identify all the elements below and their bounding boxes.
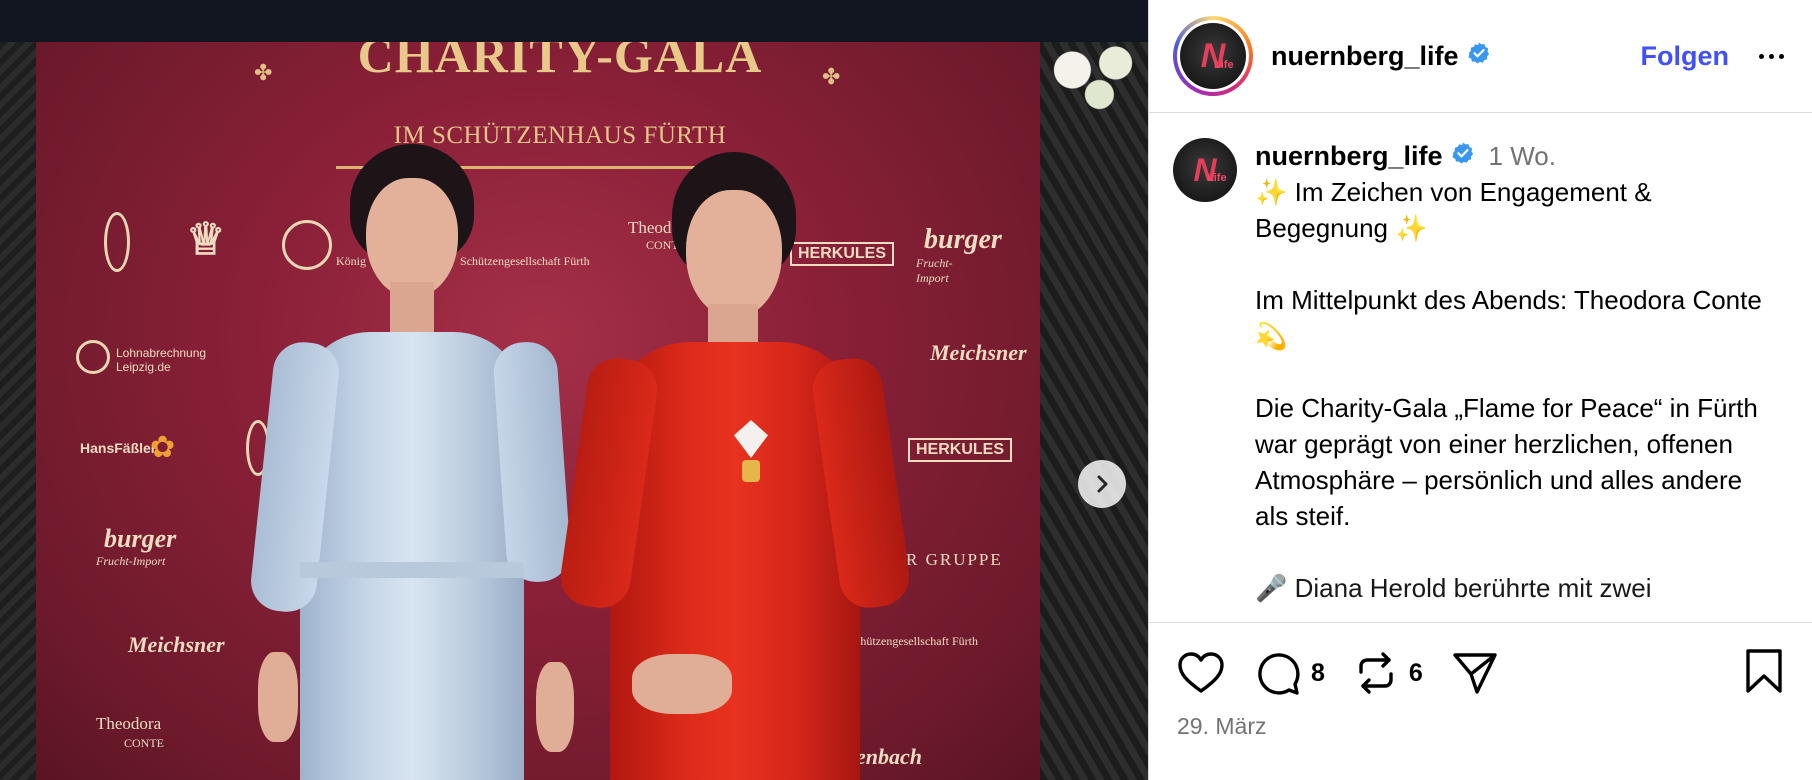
- caption-line: Im Mittelpunkt des Abends: Theodora Cont…: [1255, 285, 1770, 351]
- save-button[interactable]: [1744, 648, 1784, 699]
- sponsor-meichsner-right: Meichsner: [930, 340, 1027, 365]
- comment-count: 8: [1311, 658, 1325, 687]
- sponsor-theodora-left: Theodora: [96, 714, 162, 733]
- share-button[interactable]: [1451, 650, 1499, 696]
- hedge-left: [0, 42, 36, 780]
- sponsor-herkules-top: HERKULES: [790, 242, 895, 266]
- follow-button[interactable]: Folgen: [1641, 41, 1730, 72]
- caption-line: Die Charity-Gala „Flame for Peace“ in Fü…: [1255, 393, 1766, 531]
- caption-username: nuernberg_life: [1255, 141, 1443, 171]
- like-button[interactable]: [1177, 651, 1225, 695]
- sponsor-meichsner-left: Meichsner: [128, 632, 225, 657]
- sponsor-crown-logo: ♕: [186, 215, 226, 264]
- story-ring[interactable]: N Life: [1173, 16, 1253, 96]
- repost-button[interactable]: 6: [1353, 650, 1423, 696]
- heart-icon: [1178, 652, 1224, 693]
- sponsor-burger-left-sub: Frucht-Import: [96, 554, 166, 568]
- header-username: nuernberg_life: [1271, 40, 1459, 71]
- caption-username-link[interactable]: nuernberg_life: [1255, 138, 1475, 174]
- verified-badge-icon: [1451, 138, 1475, 174]
- bookmark-icon: [1746, 648, 1782, 693]
- post-time[interactable]: 1 Wo.: [1489, 138, 1556, 174]
- hedge-right: [1040, 42, 1148, 780]
- sponsor-flower-icon: ✿: [150, 431, 176, 464]
- caption-line: [1255, 534, 1775, 570]
- post-media: CHARITY-GALA IM SCHÜTZENHAUS FÜRTH ✤ ✤ ♕…: [0, 0, 1148, 780]
- sponsor-koenig: König: [336, 254, 366, 268]
- header-username-link[interactable]: nuernberg_life: [1271, 41, 1491, 72]
- caption-line: ✨ Im Zeichen von Engagement & Begegnung …: [1255, 177, 1659, 243]
- sponsor-lohn: Lohnabrechnung Leipzig.de: [116, 346, 207, 374]
- sponsor-rosenbach: enbach: [856, 744, 922, 769]
- avatar-subtext: Life: [1214, 59, 1234, 71]
- avatar: N Life: [1180, 23, 1246, 89]
- sponsor-burger-left: burger: [104, 524, 177, 553]
- repost-count: 6: [1408, 658, 1423, 687]
- sponsor-flame-logo: [104, 212, 130, 272]
- next-image-button[interactable]: [1078, 460, 1126, 508]
- post-modal: CHARITY-GALA IM SCHÜTZENHAUS FÜRTH ✤ ✤ ♕…: [0, 0, 1812, 780]
- post-header: N Life nuernberg_life Folgen: [1149, 0, 1812, 113]
- verified-badge-icon: [1467, 41, 1491, 72]
- send-icon: [1453, 653, 1497, 694]
- post-caption: nuernberg_life 1 Wo. ✨ Im Zeichen von En…: [1255, 138, 1775, 622]
- repost-icon: [1359, 652, 1393, 694]
- caption-area: N Life nuernberg_life 1 Wo. ✨ Im Zeichen…: [1149, 114, 1812, 622]
- sponsor-schuetzen-right: e Schützengesellschaft Fürth: [840, 634, 978, 648]
- avatar-subtext: Life: [1207, 172, 1227, 184]
- flower-decoration: [1040, 42, 1148, 112]
- comment-button[interactable]: 8: [1255, 650, 1325, 696]
- caption-line: [1255, 354, 1775, 390]
- sponsor-seal-logo: [282, 220, 332, 270]
- sponsor-lohn-logo: [76, 340, 110, 374]
- caption-avatar[interactable]: N Life: [1173, 138, 1237, 202]
- caption-line: [1255, 246, 1775, 282]
- chevron-right-icon: [1097, 475, 1108, 493]
- more-dots-icon: [1759, 53, 1764, 59]
- sponsor-burger-right: burger: [924, 224, 1002, 255]
- more-options-button[interactable]: [1759, 48, 1784, 65]
- sponsor-herkules-right: HERKULES: [908, 438, 1013, 462]
- gala-title: CHARITY-GALA: [357, 42, 763, 83]
- post-actions: 8 6 29. März: [1149, 622, 1812, 740]
- fleur-icon: ✤: [822, 64, 841, 89]
- caption-line: 🎤 Diana Herold berührte mit zwei: [1255, 573, 1652, 603]
- sponsor-hansfassler: HansFäßler: [80, 440, 157, 456]
- post-date[interactable]: 29. März: [1177, 713, 1784, 740]
- sponsor-schuetzen: Schützengesellschaft Fürth: [460, 254, 590, 268]
- comment-icon: [1258, 653, 1300, 695]
- sponsor-theodora-left-sub: CONTE: [124, 736, 164, 750]
- post-side-panel: N Life nuernberg_life Folgen N Life nuer…: [1148, 0, 1812, 780]
- fleur-icon: ✤: [254, 60, 273, 85]
- gala-subtitle: IM SCHÜTZENHAUS FÜRTH: [393, 122, 727, 149]
- sponsor-burger-right-sub: Frucht-Import: [916, 256, 953, 285]
- post-photo[interactable]: CHARITY-GALA IM SCHÜTZENHAUS FÜRTH ✤ ✤ ♕…: [0, 42, 1148, 780]
